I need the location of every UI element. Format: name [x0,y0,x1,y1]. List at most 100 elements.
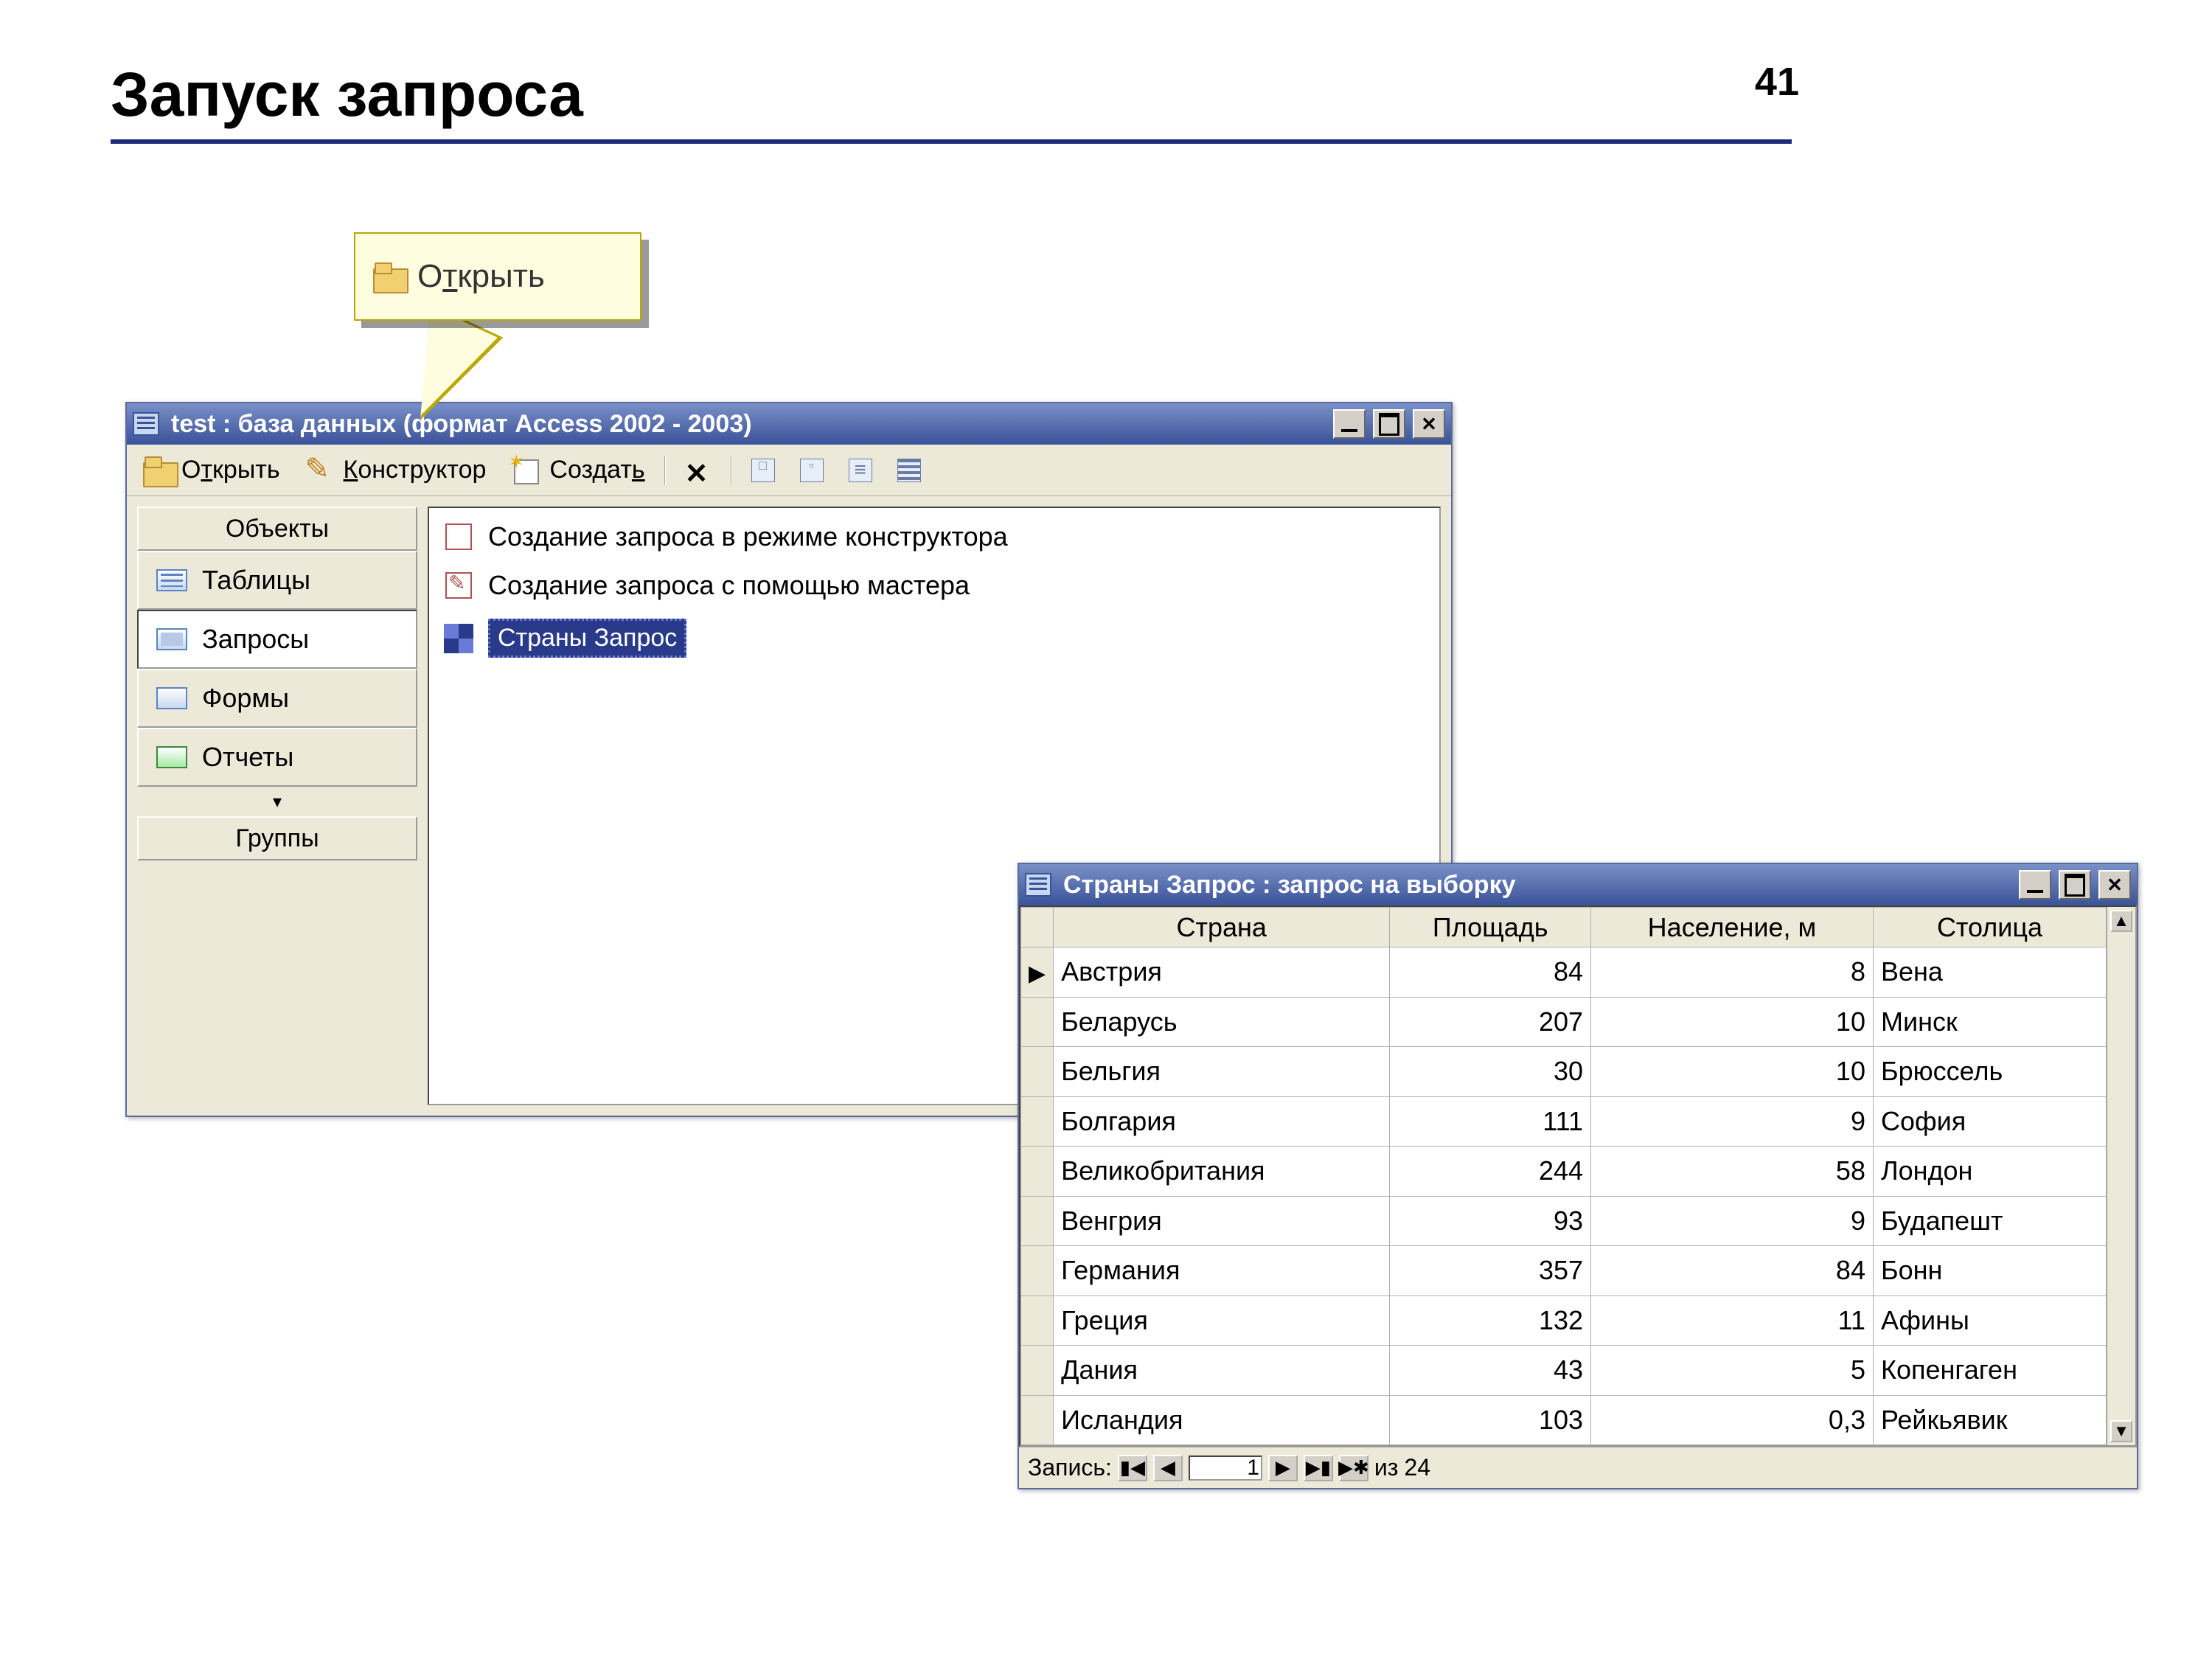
cell-pop[interactable]: 5 [1591,1346,1874,1396]
cell-capital[interactable]: Лондон [1873,1147,2106,1197]
cell-pop[interactable]: 0,3 [1591,1395,1874,1445]
nav-first-button[interactable]: ▮◀ [1118,1455,1147,1481]
minimize-button[interactable] [1333,409,1366,439]
row-selector[interactable] [1021,1346,1054,1396]
result-grid[interactable]: Страна Площадь Население, м Столица Авст… [1020,907,2107,1445]
nav-prev-button[interactable]: ◀ [1153,1455,1183,1481]
cell-capital[interactable]: Брюссель [1873,1047,2106,1097]
table-row[interactable]: Австрия848Вена [1021,947,2107,998]
cell-pop[interactable]: 11 [1591,1295,1874,1346]
close-button[interactable] [2098,870,2131,900]
cell-area[interactable]: 357 [1390,1246,1591,1296]
cell-capital[interactable]: Будапешт [1873,1196,2106,1246]
sidebar-item-reports[interactable]: Отчеты [137,728,417,787]
row-selector-header[interactable] [1021,908,1054,947]
toolbar-view-small-button[interactable]: ▫ [794,456,830,485]
cell-country[interactable]: Дания [1054,1346,1390,1396]
list-item-create-designer[interactable]: Создание запроса в режиме конструктора [441,517,1427,557]
cell-area[interactable]: 30 [1390,1047,1591,1097]
cell-country[interactable]: Исландия [1054,1395,1390,1445]
toolbar-create-button[interactable]: Создать [505,453,650,487]
cell-area[interactable]: 84 [1390,947,1591,998]
toolbar-delete-button[interactable] [679,454,717,487]
row-selector[interactable] [1021,1246,1054,1296]
col-header-country[interactable]: Страна [1054,908,1390,947]
table-row[interactable]: Греция13211Афины [1021,1295,2107,1346]
cell-area[interactable]: 43 [1390,1346,1591,1396]
cell-area[interactable]: 93 [1390,1196,1591,1246]
close-button[interactable] [1413,409,1445,439]
toolbar-view-details-button[interactable] [891,456,927,485]
nav-next-button[interactable]: ▶ [1268,1455,1298,1481]
db-titlebar[interactable]: test : база данных (формат Access 2002 -… [127,403,1451,445]
scroll-down-button[interactable]: ▼ [2110,1420,2132,1442]
cell-pop[interactable]: 9 [1591,1196,1874,1246]
cell-capital[interactable]: Бонн [1873,1246,2106,1296]
sidebar-item-forms[interactable]: Формы [137,669,417,728]
scroll-up-button[interactable]: ▲ [2110,910,2132,932]
cell-area[interactable]: 132 [1390,1295,1591,1346]
list-item-selected-query[interactable]: Страны Запрос [441,614,1427,662]
cell-capital[interactable]: Минск [1873,997,2106,1047]
col-header-pop[interactable]: Население, м [1591,908,1874,947]
cell-area[interactable]: 103 [1390,1395,1591,1445]
nav-current-input[interactable] [1189,1455,1262,1481]
table-row[interactable]: Болгария1119София [1021,1096,2107,1147]
cell-capital[interactable]: Вена [1873,947,2106,998]
cell-country[interactable]: Беларусь [1054,997,1390,1047]
cell-capital[interactable]: Афины [1873,1295,2106,1346]
table-row[interactable]: Великобритания24458Лондон [1021,1147,2107,1197]
table-row[interactable]: Исландия1030,3Рейкьявик [1021,1395,2107,1445]
cell-pop[interactable]: 10 [1591,1047,1874,1097]
cell-pop[interactable]: 9 [1591,1096,1874,1147]
sidebar-header-objects[interactable]: Объекты [137,507,417,551]
sidebar-item-queries[interactable]: Запросы [137,610,417,669]
row-selector[interactable] [1021,1196,1054,1246]
row-selector[interactable] [1021,1047,1054,1097]
cell-capital[interactable]: Копенгаген [1873,1346,2106,1396]
nav-last-button[interactable]: ▶▮ [1304,1455,1333,1481]
col-header-area[interactable]: Площадь [1390,908,1591,947]
cell-pop[interactable]: 84 [1591,1246,1874,1296]
nav-new-button[interactable]: ▶✱ [1339,1455,1368,1481]
cell-pop[interactable]: 10 [1591,997,1874,1047]
cell-pop[interactable]: 58 [1591,1147,1874,1197]
maximize-button[interactable] [2059,870,2091,900]
query-titlebar[interactable]: Страны Запрос : запрос на выборку [1019,864,2137,905]
cell-area[interactable]: 207 [1390,997,1591,1047]
cell-country[interactable]: Греция [1054,1295,1390,1346]
col-header-capital[interactable]: Столица [1873,908,2106,947]
table-row[interactable]: Дания435Копенгаген [1021,1346,2107,1396]
toolbar-view-large-button[interactable]: □ [745,456,781,485]
cell-country[interactable]: Болгария [1054,1096,1390,1147]
toolbar-open-button[interactable]: Открыть [137,453,286,487]
cell-country[interactable]: Австрия [1054,947,1390,998]
sidebar-item-tables[interactable]: Таблицы [137,551,417,610]
cell-area[interactable]: 244 [1390,1147,1591,1197]
row-selector[interactable] [1021,1096,1054,1147]
list-item-create-wizard[interactable]: Создание запроса с помощью мастера [441,566,1427,605]
toolbar-view-list-button[interactable] [843,456,878,485]
cell-country[interactable]: Германия [1054,1246,1390,1296]
sidebar-header-groups[interactable]: Группы [137,816,417,860]
cell-pop[interactable]: 8 [1591,947,1874,998]
table-row[interactable]: Беларусь20710Минск [1021,997,2107,1047]
row-selector[interactable] [1021,1147,1054,1197]
cell-capital[interactable]: София [1873,1096,2106,1147]
cell-country[interactable]: Великобритания [1054,1147,1390,1197]
table-row[interactable]: Германия35784Бонн [1021,1246,2107,1296]
row-selector[interactable] [1021,997,1054,1047]
table-row[interactable]: Венгрия939Будапешт [1021,1196,2107,1246]
sidebar-more[interactable]: ▾ [137,787,417,816]
table-row[interactable]: Бельгия3010Брюссель [1021,1047,2107,1097]
row-selector[interactable] [1021,947,1054,998]
row-selector[interactable] [1021,1395,1054,1445]
toolbar-designer-button[interactable]: Конструктор [299,453,493,487]
minimize-button[interactable] [2019,870,2051,900]
row-selector[interactable] [1021,1295,1054,1346]
cell-country[interactable]: Венгрия [1054,1196,1390,1246]
cell-capital[interactable]: Рейкьявик [1873,1395,2106,1445]
cell-country[interactable]: Бельгия [1054,1047,1390,1097]
vertical-scrollbar[interactable]: ▲ ▼ [2107,907,2135,1445]
cell-area[interactable]: 111 [1390,1096,1591,1147]
